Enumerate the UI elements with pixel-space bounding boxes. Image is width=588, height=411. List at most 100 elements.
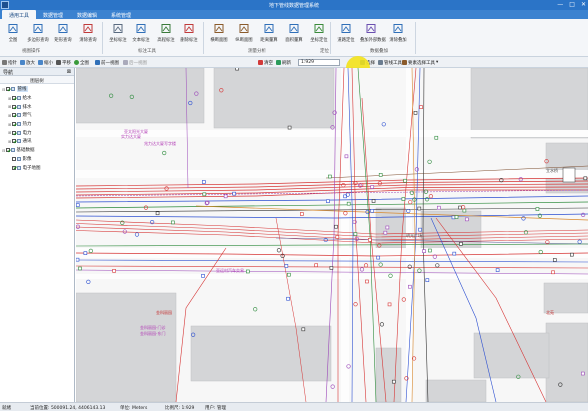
ribbon-group-separator (102, 22, 103, 54)
pipe-fitting (353, 232, 358, 236)
ribbon-button-text-label[interactable]: 文本标注 (130, 22, 152, 46)
layer-tree-node[interactable]: ⊞ 电力 (0, 128, 74, 137)
layer-tree-node[interactable]: ⊞ 通讯 (0, 137, 74, 146)
pin-icon[interactable]: ⊠ (67, 69, 71, 75)
pipe-fitting (418, 227, 422, 232)
status-ready: 就绪 (2, 406, 11, 411)
pipe-node (323, 237, 328, 243)
layer-tree-node[interactable]: 电子地图 (0, 163, 74, 172)
ribbon-button-delete-label[interactable]: 删除标注 (178, 22, 200, 46)
map-view[interactable]: 亚太阳光大厦 实力达大厦 兆力达大厦写字楼 明光广场 亚运村汽车交易 金科丽园 金科丽园-门… (76, 68, 588, 402)
layer-icon (17, 96, 21, 101)
pipe-fitting (223, 194, 228, 199)
pipe-fitting (376, 255, 381, 260)
ribbon-button-area-measure[interactable]: 面积量算 (283, 22, 305, 46)
ribbon-button-cross-section[interactable]: 横断面图 (208, 22, 230, 46)
pipe-fitting (300, 212, 304, 216)
nav-header: 导航 ⊠ (0, 68, 74, 76)
cross-section-icon (213, 23, 225, 34)
map-label: 明光广场 (406, 233, 422, 238)
pipe-fitting (428, 248, 432, 253)
pipe-fitting (368, 238, 372, 242)
ribbon-button-polygon-query[interactable]: 多边形查询 (27, 22, 49, 46)
ribbon-button-profile[interactable]: 纵断面图 (233, 22, 255, 46)
pipeline-tools-label: 管线工具 (384, 60, 402, 66)
previous-view-tool[interactable]: 前一视图 (95, 59, 119, 66)
pointer-tool[interactable]: 指针 (2, 59, 17, 66)
ribbon-button-coord-label[interactable]: 坐标标注 (107, 22, 129, 46)
layer-tree-node[interactable]: ⊞ 热力 (0, 120, 74, 129)
pipe-fitting (462, 208, 467, 213)
next-view-label: 后一视图 (129, 60, 147, 66)
pipe-fitting (112, 269, 116, 273)
pipe-fitting (346, 201, 351, 206)
layer-visibility-checkbox[interactable] (12, 122, 16, 127)
map-label: 亚运村汽车交易 (216, 268, 244, 273)
layer-visibility-checkbox[interactable] (6, 87, 10, 92)
feature-select-dropdown[interactable]: 要素选择工具 ▾ (402, 59, 438, 66)
elevation-label-icon (160, 23, 172, 34)
zoom-in-tool[interactable]: 放大 (20, 59, 35, 66)
layer-tree-node[interactable]: ⊞ 给水 (0, 94, 74, 103)
distance-measure-icon (263, 23, 275, 34)
layer-icon (17, 139, 21, 144)
ribbon-button-label: 文本标注 (132, 38, 150, 43)
chevron-down-icon: ▾ (436, 60, 439, 65)
pipe-fitting (403, 178, 407, 183)
title-bar: 地下管线数据管理系统 — □ ✕ (0, 0, 588, 10)
maximize-button[interactable]: □ (569, 1, 575, 8)
layer-tree-node[interactable]: ⊟ 基础数据 (0, 146, 74, 155)
ribbon-group-separator (415, 22, 416, 54)
status-unit: 单位: Meters (120, 406, 148, 411)
ribbon-button-distance-measure[interactable]: 距离量算 (258, 22, 280, 46)
zoom-out-tool[interactable]: 缩小 (38, 59, 53, 66)
layer-name: 管线 (16, 86, 28, 93)
pipe-node (401, 297, 406, 302)
ribbon-group-separator (330, 22, 331, 54)
layer-visibility-checkbox[interactable] (6, 148, 10, 153)
next-view-tool[interactable]: 后一视图 (123, 59, 147, 66)
clear-tool[interactable]: 清空 (258, 59, 273, 66)
layer-visibility-checkbox[interactable] (12, 130, 16, 135)
layer-visibility-checkbox[interactable] (12, 113, 16, 118)
ribbon-button-label: 道路定位 (337, 38, 355, 43)
ribbon-button-overlay-data[interactable]: 叠加外部数据 (360, 22, 386, 46)
layer-tree-node[interactable]: ⊟ 管线 (0, 85, 74, 94)
layer-visibility-checkbox[interactable] (12, 96, 16, 101)
refresh-tool[interactable]: 刷新 (276, 59, 291, 66)
pipeline-red (76, 223, 588, 238)
tab-general-tools[interactable]: 通用工具 (2, 10, 37, 19)
pipeline-green (76, 201, 588, 209)
ribbon-button-full-extent[interactable]: 全图 (2, 22, 24, 46)
full-extent-tool[interactable]: 全图 (74, 59, 89, 66)
pipe-fitting (370, 185, 375, 189)
layer-tree-node[interactable]: ⊞ 排水 (0, 102, 74, 111)
tab-system-management[interactable]: 系统管理 (104, 10, 138, 19)
layer-visibility-checkbox[interactable] (12, 156, 16, 161)
layer-tree-node[interactable]: 影像 (0, 155, 74, 164)
ribbon-button-road-locate[interactable]: 道路定位 (335, 22, 357, 46)
layer-visibility-checkbox[interactable] (12, 165, 16, 170)
refresh-icon (276, 60, 281, 65)
refresh-label: 刷新 (282, 60, 291, 66)
road-band (76, 170, 588, 178)
ribbon-button-clear-overlay[interactable]: 清除叠加 (387, 22, 409, 46)
layer-name: 电子地图 (22, 165, 41, 171)
layer-icon (17, 165, 21, 170)
pan-tool[interactable]: 平移 (56, 59, 71, 66)
layer-visibility-checkbox[interactable] (12, 139, 16, 144)
ribbon-button-elevation-label[interactable]: 高程标注 (155, 22, 177, 46)
nav-title: 导航 (3, 70, 14, 76)
close-button[interactable]: ✕ (581, 1, 586, 8)
ribbon-button-clear-query[interactable]: 清除查询 (77, 22, 99, 46)
layer-tree-node[interactable]: ⊞ 燃气 (0, 111, 74, 120)
tab-data-management[interactable]: 数据管理 (36, 10, 70, 19)
pipe-node (353, 302, 358, 307)
layer-visibility-checkbox[interactable] (12, 104, 16, 109)
pipe-node (381, 122, 386, 127)
tab-data-editing[interactable]: 数据编辑 (70, 10, 104, 19)
minimize-button[interactable]: — (557, 1, 563, 8)
ribbon-button-rect-query[interactable]: 矩形查询 (52, 22, 74, 46)
scale-combobox[interactable]: 1:929 (298, 59, 340, 66)
ribbon-button-coord-locate[interactable]: 坐标定位 (308, 22, 330, 46)
